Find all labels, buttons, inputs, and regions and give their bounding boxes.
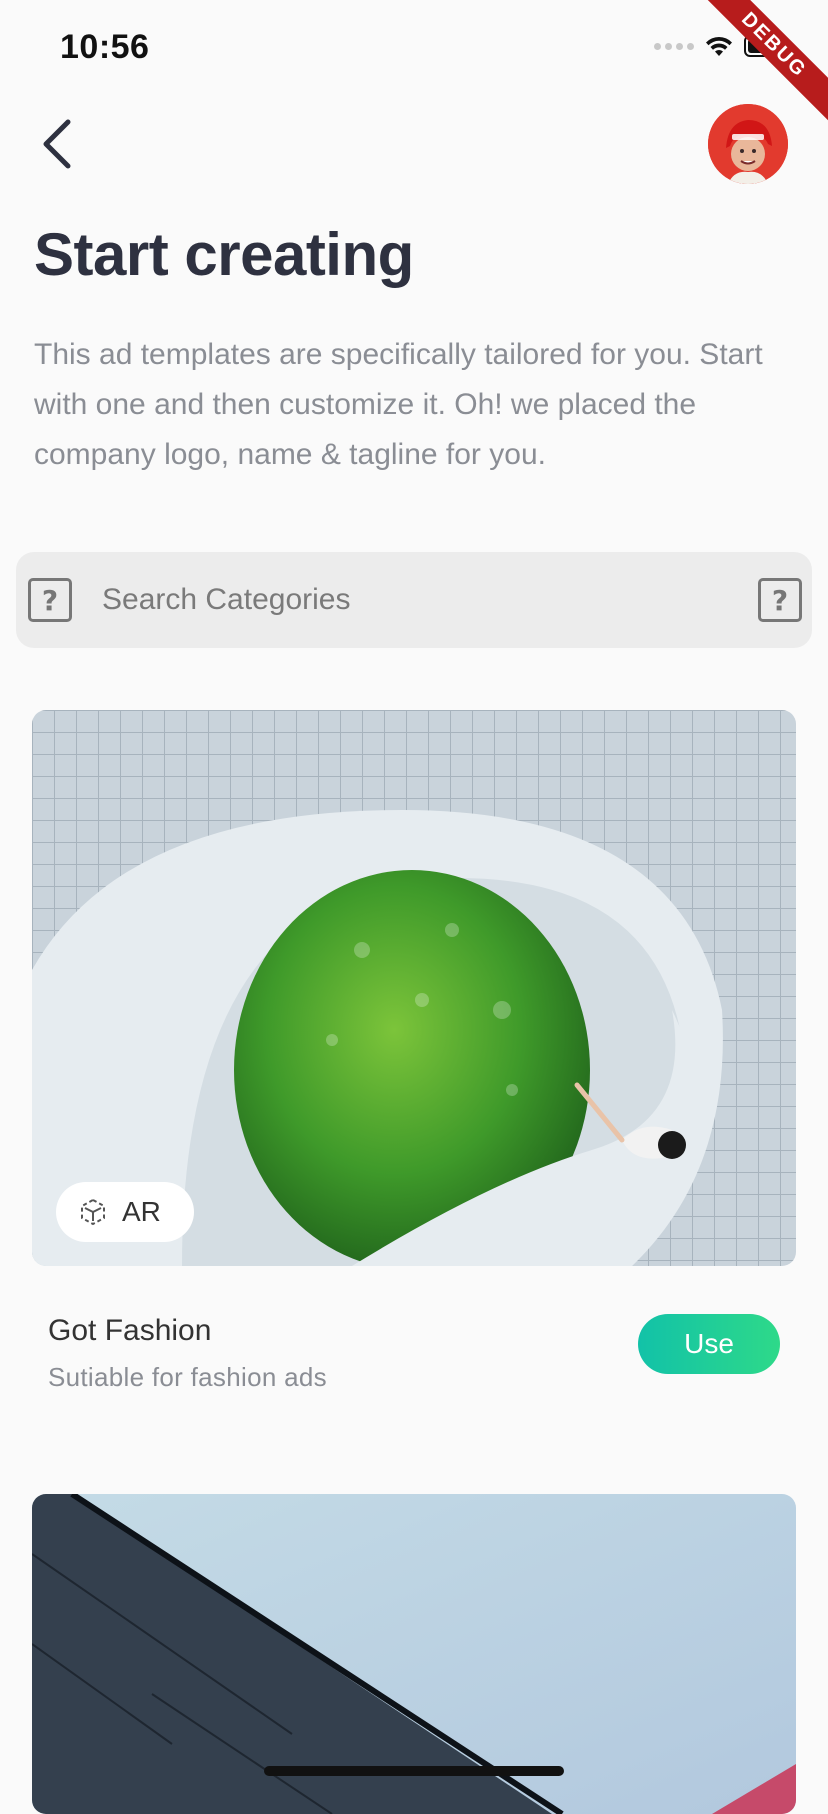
chevron-left-icon (43, 119, 71, 169)
help-box-icon[interactable]: ? (758, 578, 802, 622)
ar-label: AR (122, 1196, 161, 1227)
user-avatar-image (708, 104, 788, 184)
page-title: Start creating (34, 221, 414, 288)
search-input[interactable]: Search Categories (102, 583, 350, 617)
template-image-spiral[interactable]: AR (32, 710, 796, 1266)
status-time: 10:56 (60, 28, 150, 66)
help-box-icon: ? (28, 578, 72, 622)
template-subtitle: Sutiable for fashion ads (48, 1362, 327, 1392)
template-title: Got Fashion (48, 1314, 212, 1347)
ar-cube-icon (81, 1198, 105, 1226)
wifi-icon (706, 36, 732, 56)
ar-badge[interactable]: AR (56, 1182, 194, 1242)
avatar[interactable] (708, 104, 788, 184)
use-button[interactable]: Use (638, 1314, 780, 1374)
status-icons (654, 34, 792, 58)
search-bar[interactable]: ? Search Categories ? (16, 552, 812, 648)
back-button[interactable] (36, 118, 82, 170)
page-description: This ad templates are specifically tailo… (34, 338, 763, 471)
battery-icon (744, 35, 792, 57)
home-indicator (264, 1766, 564, 1776)
signal-icon (654, 42, 694, 50)
